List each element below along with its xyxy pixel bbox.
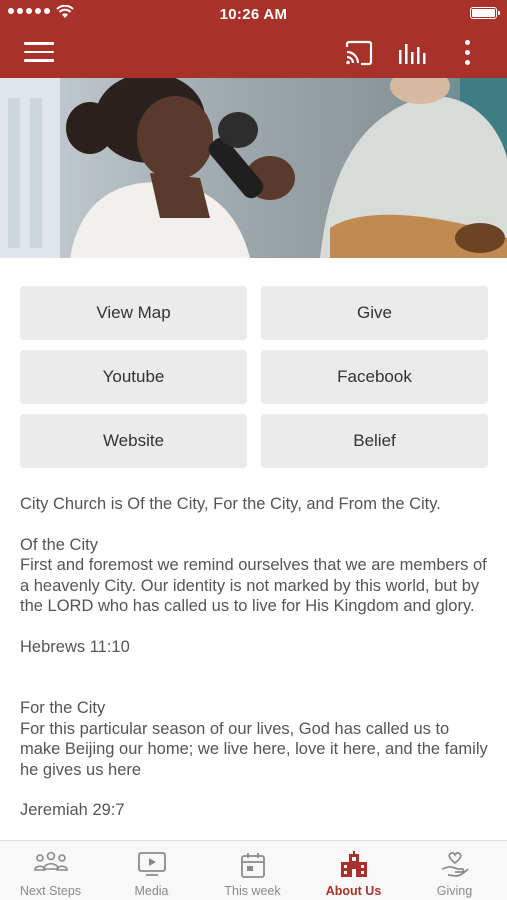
belief-button[interactable]: Belief <box>261 414 488 468</box>
giving-hand-icon <box>404 851 505 877</box>
tab-this-week[interactable]: This week <box>202 841 303 900</box>
app-bar <box>0 28 507 78</box>
people-icon <box>0 851 101 877</box>
tab-media[interactable]: Media <box>101 841 202 900</box>
church-building-icon <box>303 851 404 877</box>
tab-label: This week <box>224 884 281 898</box>
section-body: For this particular season of our lives,… <box>20 719 488 779</box>
hero-image <box>0 78 507 258</box>
tab-about-us[interactable]: About Us <box>303 841 404 900</box>
calendar-icon <box>202 851 303 878</box>
about-content: City Church is Of the City, For the City… <box>20 494 490 840</box>
tab-label: About Us <box>325 884 382 898</box>
youtube-button[interactable]: Youtube <box>20 350 247 404</box>
section-title: For the City <box>20 699 106 717</box>
give-button[interactable]: Give <box>261 286 488 340</box>
menu-icon[interactable] <box>24 42 54 64</box>
cast-icon[interactable] <box>344 40 374 71</box>
view-map-button[interactable]: View Map <box>20 286 247 340</box>
status-time: 10:26 AM <box>219 6 288 23</box>
tab-giving[interactable]: Giving <box>404 841 505 900</box>
status-bar: 10:26 AM <box>0 0 507 28</box>
tab-label: Giving <box>436 884 473 898</box>
battery-icon <box>470 7 500 19</box>
tab-label: Media <box>134 884 169 898</box>
scripture-reference: Jeremiah 29:7 <box>20 801 125 819</box>
more-vertical-icon[interactable] <box>460 40 474 68</box>
facebook-button[interactable]: Facebook <box>261 350 488 404</box>
tab-label: Next Steps <box>19 884 82 898</box>
tab-next-steps[interactable]: Next Steps <box>0 841 101 900</box>
website-button[interactable]: Website <box>20 414 247 468</box>
scripture-reference: Hebrews 11:10 <box>20 637 130 656</box>
section-title: Of the City <box>20 535 98 554</box>
audio-bars-icon[interactable] <box>398 40 430 71</box>
intro-text: City Church is Of the City, For the City… <box>20 495 441 513</box>
bottom-tab-bar: Next Steps Media This week About Us Givi… <box>0 840 507 900</box>
section-body: First and foremost we remind ourselves t… <box>20 556 487 615</box>
play-screen-icon <box>101 851 202 877</box>
